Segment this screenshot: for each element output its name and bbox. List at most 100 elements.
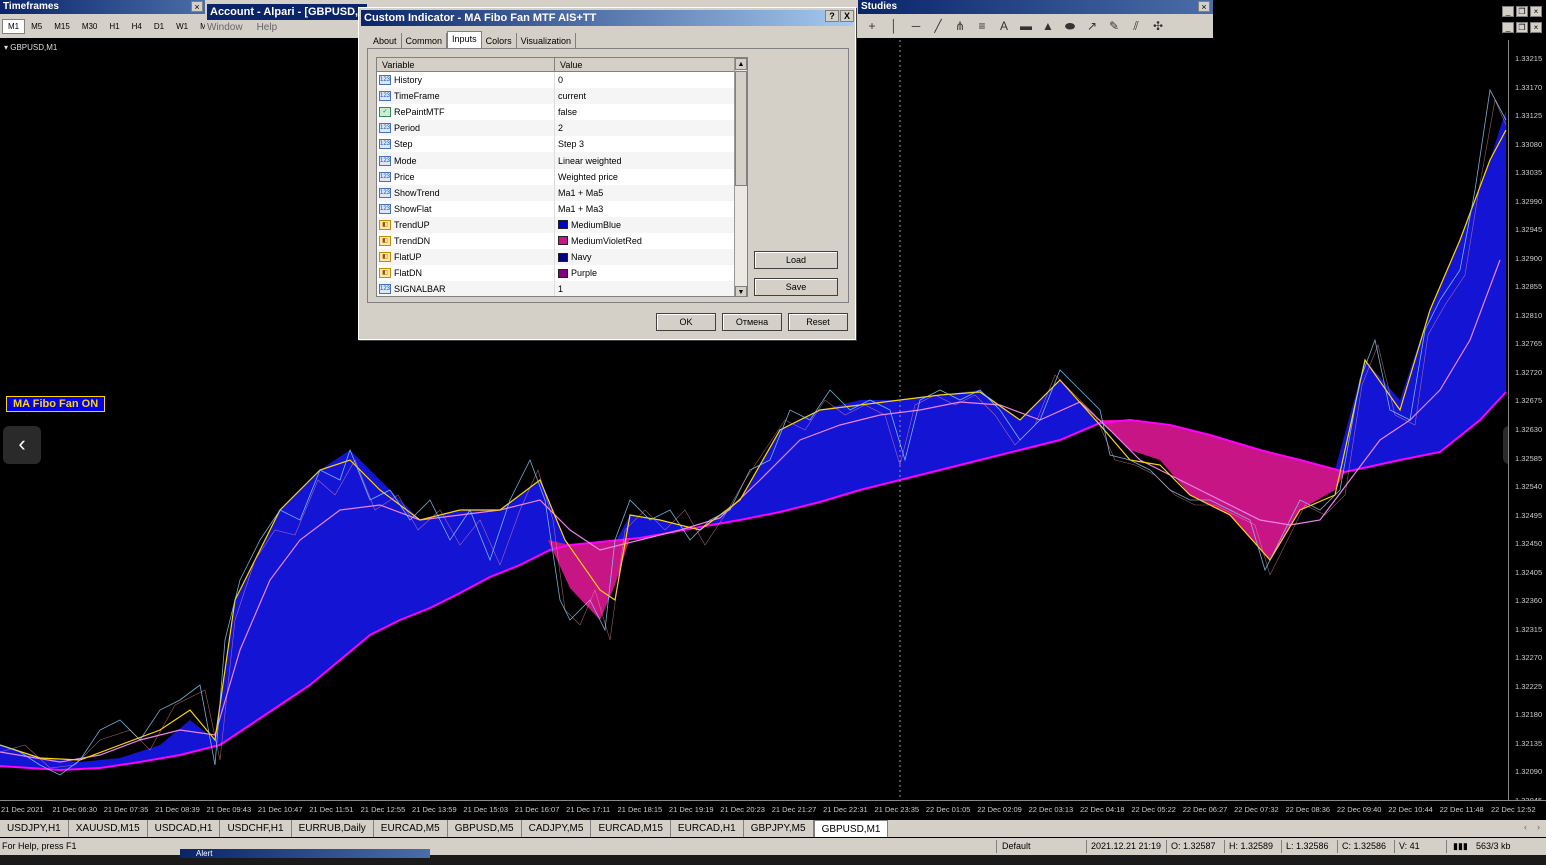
symbol-tab[interactable]: EURCAD,H1 xyxy=(671,820,744,837)
input-value-cell[interactable]: Linear weighted xyxy=(555,152,735,168)
menu-help[interactable]: Help xyxy=(257,22,278,33)
restore-icon[interactable]: ❐ xyxy=(1516,6,1528,17)
input-value-cell[interactable]: current xyxy=(555,88,735,104)
reset-button[interactable]: Reset xyxy=(788,313,848,331)
cancel-button[interactable]: Отмена xyxy=(722,313,782,331)
column-variable[interactable]: Variable xyxy=(377,58,555,71)
menu-window[interactable]: Window xyxy=(207,22,243,33)
indicator-toggle-label[interactable]: MA Fibo Fan ON xyxy=(6,396,106,412)
input-row[interactable]: ◧ TrendUP MediumBlue xyxy=(377,216,747,233)
save-button[interactable]: Save xyxy=(754,278,838,296)
tab-about[interactable]: About xyxy=(369,33,402,49)
horizontal-line-icon[interactable]: ─ xyxy=(908,18,924,34)
input-value-cell[interactable]: 0 xyxy=(555,72,735,88)
arrow-icon[interactable]: ↗ xyxy=(1084,18,1100,34)
input-row[interactable]: 123 Price Weighted price xyxy=(377,168,747,185)
fibo-icon[interactable]: ≡ xyxy=(974,18,990,34)
input-value-cell[interactable]: Ma1 + Ma5 xyxy=(555,185,735,201)
timeframe-w1[interactable]: W1 xyxy=(170,19,194,34)
input-value-cell[interactable]: 2 xyxy=(555,120,735,136)
symbol-tab[interactable]: GBPUSD,M5 xyxy=(448,820,522,837)
input-row[interactable]: 123 Step Step 3 xyxy=(377,136,747,153)
scroll-up-icon[interactable]: ▲ xyxy=(735,58,747,70)
input-value-cell[interactable]: MediumVioletRed xyxy=(555,233,735,249)
tabs-next-icon[interactable]: › xyxy=(1537,822,1540,832)
timeframe-m5[interactable]: M5 xyxy=(25,19,48,34)
tab-common[interactable]: Common xyxy=(402,33,448,49)
input-value-cell[interactable]: Weighted price xyxy=(555,169,735,185)
chart-restore-icon[interactable]: ❐ xyxy=(1516,22,1528,33)
input-value: Navy xyxy=(571,252,592,263)
input-row[interactable]: ✓ RePaintMTF false xyxy=(377,104,747,121)
timeframes-close-button[interactable]: × xyxy=(191,1,203,12)
input-variable-cell: ◧ FlatUP xyxy=(377,249,555,266)
inputs-tab-panel: Variable Value 123 History 0 123 TimeFrame cu… xyxy=(367,48,849,303)
text-icon[interactable]: A xyxy=(996,18,1012,34)
symbol-tab[interactable]: EURRUB,Daily xyxy=(292,820,374,837)
input-value-cell[interactable]: Step 3 xyxy=(555,136,735,152)
symbol-tab[interactable]: CADJPY,M5 xyxy=(522,820,592,837)
more-icon[interactable]: ✣ xyxy=(1150,18,1166,34)
symbol-tab[interactable]: USDCAD,H1 xyxy=(148,820,221,837)
symbol-tab[interactable]: GBPUSD,M1 xyxy=(813,820,889,837)
symbol-tab[interactable]: EURCAD,M5 xyxy=(374,820,448,837)
tab-inputs[interactable]: Inputs xyxy=(447,31,482,49)
input-row[interactable]: 123 Mode Linear weighted xyxy=(377,152,747,169)
symbol-tab[interactable]: GBPJPY,M5 xyxy=(744,820,814,837)
input-row[interactable]: 123 ShowFlat Ma1 + Ma3 xyxy=(377,200,747,217)
symbol-tab[interactable]: USDJPY,H1 xyxy=(0,820,69,837)
help-icon[interactable]: ? xyxy=(825,10,839,22)
scroll-thumb[interactable] xyxy=(735,71,747,186)
rectangle-icon[interactable]: ▬ xyxy=(1018,18,1034,34)
input-row[interactable]: 123 ShowTrend Ma1 + Ma5 xyxy=(377,184,747,201)
vertical-line-icon[interactable]: │ xyxy=(886,18,902,34)
triangle-icon[interactable]: ▲ xyxy=(1040,18,1056,34)
tab-visualization[interactable]: Visualization xyxy=(517,33,576,49)
load-button[interactable]: Load xyxy=(754,251,838,269)
input-row[interactable]: ◧ FlatDN Purple xyxy=(377,265,747,282)
input-value-cell[interactable]: MediumBlue xyxy=(555,217,735,233)
timeframe-h4[interactable]: H4 xyxy=(126,19,148,34)
chevron-left-icon[interactable]: ‹ xyxy=(3,426,41,464)
ok-button[interactable]: OK xyxy=(656,313,716,331)
trendline-icon[interactable]: ╱ xyxy=(930,18,946,34)
studies-close-button[interactable]: × xyxy=(1198,1,1210,12)
close-icon[interactable]: × xyxy=(1530,6,1542,17)
alert-window-tab[interactable]: Alert xyxy=(180,849,430,858)
scroll-down-icon[interactable]: ▼ xyxy=(735,286,747,296)
input-value: MediumBlue xyxy=(571,219,622,230)
connection-icon[interactable]: ▮▮▮ xyxy=(1453,841,1468,852)
channel-icon[interactable]: ⫽ xyxy=(1128,18,1144,34)
chart-minimize-icon[interactable]: _ xyxy=(1502,22,1514,33)
timeframe-m1[interactable]: M1 xyxy=(2,18,26,34)
input-value-cell[interactable]: Ma1 + Ma3 xyxy=(555,201,735,217)
symbol-tab[interactable]: EURCAD,M15 xyxy=(591,820,671,837)
timeframe-m15[interactable]: M15 xyxy=(48,19,76,34)
grid-scrollbar[interactable]: ▲ ▼ xyxy=(734,58,747,296)
input-value-cell[interactable]: false xyxy=(555,104,735,120)
dialog-close-icon[interactable]: X xyxy=(840,10,854,22)
timeframe-d1[interactable]: D1 xyxy=(148,19,170,34)
symbol-tab[interactable]: USDCHF,H1 xyxy=(220,820,292,837)
timeframe-h1[interactable]: H1 xyxy=(103,19,125,34)
chart-close-icon[interactable]: × xyxy=(1530,22,1542,33)
input-row[interactable]: 123 History 0 xyxy=(377,72,747,89)
input-row[interactable]: 123 TimeFrame current xyxy=(377,88,747,105)
input-value-cell[interactable]: 1 xyxy=(555,281,735,296)
input-row[interactable]: ◧ TrendDN MediumVioletRed xyxy=(377,232,747,250)
input-row[interactable]: ◧ FlatUP Navy xyxy=(377,249,747,266)
timeframe-m30[interactable]: M30 xyxy=(76,19,104,34)
input-row[interactable]: 123 SIGNALBAR 1 xyxy=(377,281,747,296)
pencil-icon[interactable]: ✎ xyxy=(1106,18,1122,34)
input-value-cell[interactable]: Navy xyxy=(555,249,735,265)
ellipse-icon[interactable]: ⬬ xyxy=(1062,18,1078,34)
crosshair-icon[interactable]: + xyxy=(864,18,880,34)
pitchfork-icon[interactable]: ⋔ xyxy=(952,18,968,34)
input-value-cell[interactable]: Purple xyxy=(555,265,735,281)
tab-colors[interactable]: Colors xyxy=(482,33,517,49)
tabs-prev-icon[interactable]: ‹ xyxy=(1524,822,1527,832)
minimize-icon[interactable]: _ xyxy=(1502,6,1514,17)
column-value[interactable]: Value xyxy=(555,58,735,71)
symbol-tab[interactable]: XAUUSD,M15 xyxy=(69,820,148,837)
input-row[interactable]: 123 Period 2 xyxy=(377,120,747,137)
